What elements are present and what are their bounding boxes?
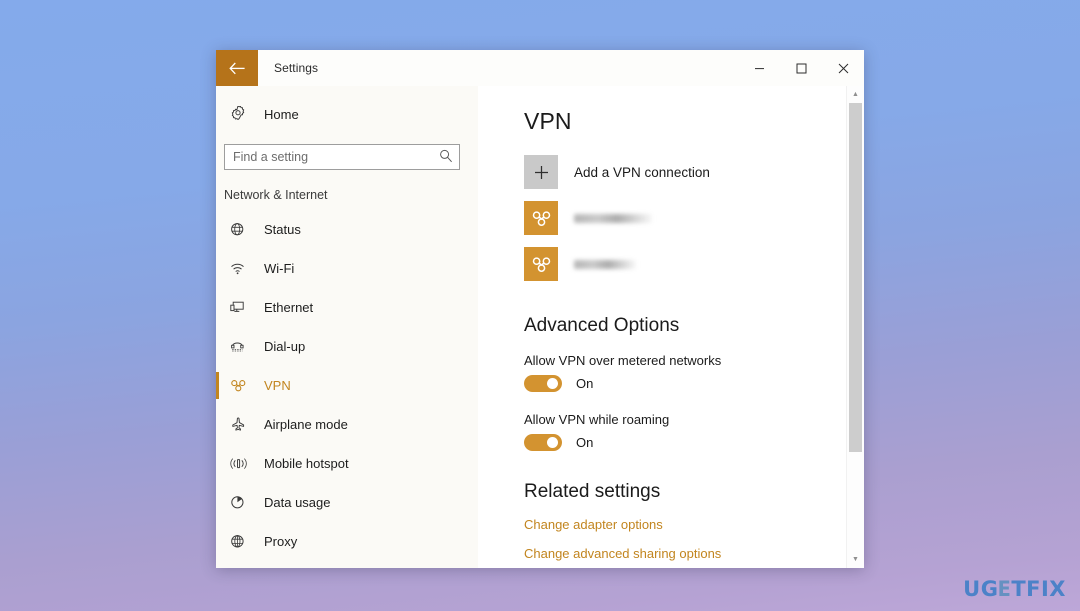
metered-networks-label: Allow VPN over metered networks [524, 353, 722, 368]
airplane-icon [230, 417, 260, 432]
pie-chart-icon [230, 495, 260, 510]
vpn-connection-item[interactable] [524, 247, 864, 281]
gear-icon [230, 106, 260, 122]
add-vpn-connection-label: Add a VPN connection [574, 164, 710, 180]
advanced-options-title: Advanced Options [524, 315, 680, 336]
sidebar-item-status-label: Status [264, 222, 301, 237]
metered-networks-toggle[interactable] [524, 375, 562, 392]
roaming-label: Allow VPN while roaming [524, 412, 670, 427]
scrollbar-thumb[interactable] [849, 103, 862, 453]
sidebar-item-mobile-hotspot[interactable]: Mobile hotspot [216, 444, 478, 483]
sidebar-item-proxy-label: Proxy [264, 534, 298, 549]
sidebar-item-proxy[interactable]: Proxy [216, 522, 478, 561]
sidebar-item-airplane-mode-label: Airplane mode [264, 417, 348, 432]
close-button[interactable] [822, 50, 864, 86]
change-advanced-sharing-options-link[interactable]: Change advanced sharing options [524, 546, 864, 561]
scroll-down-button[interactable]: ▼ [847, 551, 864, 568]
minimize-button[interactable] [738, 50, 780, 86]
sidebar-item-vpn[interactable]: VPN [216, 366, 478, 405]
sidebar-item-wifi[interactable]: Wi-Fi [216, 249, 478, 288]
page-title: VPN [524, 108, 572, 134]
close-icon [838, 63, 848, 73]
sidebar-item-dialup-label: Dial-up [264, 339, 306, 354]
window-title: Settings [274, 61, 319, 75]
scroll-up-button[interactable]: ▲ [847, 86, 864, 103]
back-button[interactable] [216, 50, 258, 86]
toggle-knob [547, 378, 558, 389]
maximize-icon [796, 63, 806, 73]
globe-proxy-icon [230, 534, 260, 549]
watermark-accent-letter: E [998, 577, 1012, 601]
globe-status-icon [230, 222, 260, 237]
window-body: Home Network & Internet [216, 86, 864, 568]
sidebar-item-status[interactable]: Status [216, 210, 478, 249]
sidebar-item-home-label: Home [264, 106, 299, 122]
minimize-icon [754, 67, 764, 69]
search-container [224, 144, 460, 170]
dialup-phone-icon [230, 339, 260, 354]
sidebar-item-wifi-label: Wi-Fi [264, 261, 295, 276]
sidebar-item-home[interactable]: Home [216, 94, 478, 134]
vpn-connection-name-redacted [574, 259, 636, 269]
metered-networks-toggle-row: On [524, 375, 864, 392]
vpn-knot-icon [524, 247, 558, 281]
content-scrollbar[interactable]: ▲ ▼ [846, 86, 864, 568]
ethernet-icon [230, 300, 260, 315]
sidebar-item-dialup[interactable]: Dial-up [216, 327, 478, 366]
roaming-toggle[interactable] [524, 434, 562, 451]
vpn-knot-icon [230, 378, 260, 393]
vpn-knot-icon [524, 201, 558, 235]
wifi-icon [230, 261, 260, 276]
scrollbar-track[interactable] [847, 103, 864, 551]
sidebar-item-mobile-hotspot-label: Mobile hotspot [264, 456, 349, 471]
window-controls [738, 50, 864, 86]
sidebar-item-airplane-mode[interactable]: Airplane mode [216, 405, 478, 444]
settings-window: Settings Home Find a setting Network & I… [216, 50, 864, 568]
watermark-part2: TFIX [1011, 577, 1066, 601]
metered-networks-state: On [576, 376, 594, 391]
content-pane: VPN Add a VPN connection Advanced Option… [478, 86, 864, 568]
roaming-toggle-row: On [524, 434, 864, 451]
back-arrow-icon [228, 62, 245, 74]
sidebar-item-data-usage-label: Data usage [264, 495, 331, 510]
plus-icon [524, 155, 558, 189]
content-inner: VPN Add a VPN connection Advanced Option… [478, 86, 864, 561]
vpn-connection-item[interactable] [524, 201, 864, 235]
related-settings-title: Related settings [524, 481, 661, 502]
sidebar-item-vpn-label: VPN [264, 378, 291, 393]
hotspot-icon [230, 456, 260, 471]
vpn-connection-name-redacted [574, 213, 652, 223]
sidebar-group-heading: Network & Internet [224, 188, 328, 202]
sidebar-item-ethernet[interactable]: Ethernet [216, 288, 478, 327]
add-vpn-connection-button[interactable]: Add a VPN connection [524, 155, 864, 189]
title-bar: Settings [216, 50, 864, 86]
sidebar-item-ethernet-label: Ethernet [264, 300, 314, 315]
sidebar-item-data-usage[interactable]: Data usage [216, 483, 478, 522]
ugetfix-watermark: UG E TFIX [963, 577, 1066, 601]
watermark-part1: UG [963, 577, 999, 601]
change-adapter-options-link[interactable]: Change adapter options [524, 517, 864, 532]
sidebar: Home Network & Internet [216, 86, 478, 568]
toggle-knob [547, 437, 558, 448]
search-input[interactable] [224, 144, 460, 170]
roaming-state: On [576, 435, 594, 450]
maximize-button[interactable] [780, 50, 822, 86]
